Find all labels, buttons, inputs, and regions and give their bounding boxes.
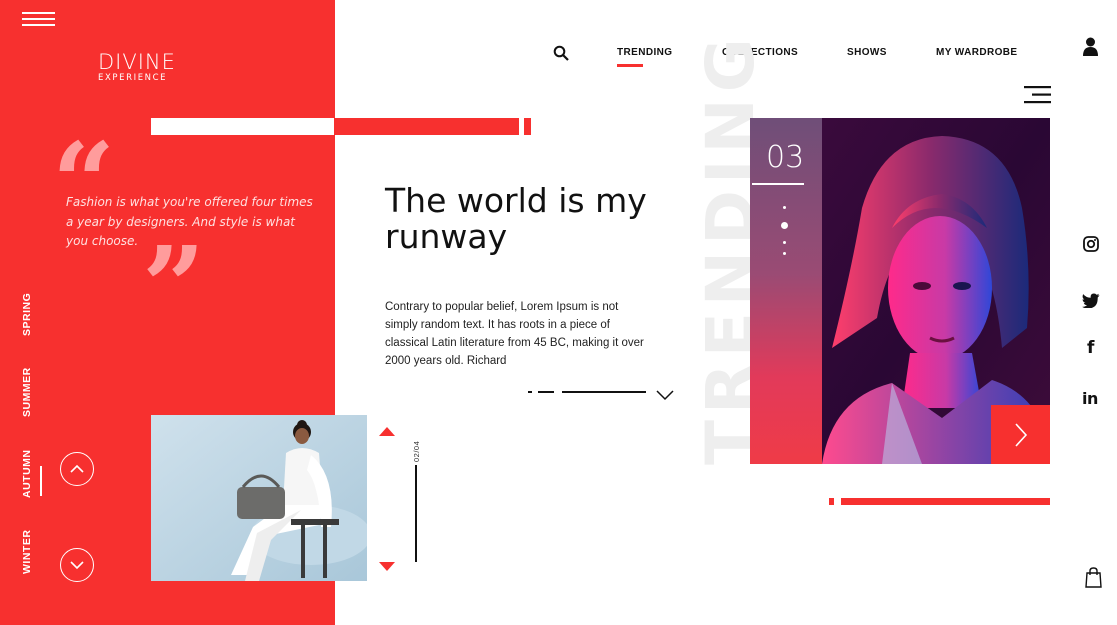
hero-body-text: Contrary to popular belief, Lorem Ipsum …: [385, 301, 644, 367]
instagram-icon[interactable]: [1083, 236, 1099, 252]
chevron-right-icon: [1015, 423, 1028, 447]
nav-my-wardrobe[interactable]: MY WARDROBE: [936, 47, 1017, 58]
chevron-up-icon: [70, 464, 84, 473]
slide-dot[interactable]: [783, 252, 786, 255]
shopping-bag-icon[interactable]: [1085, 567, 1102, 588]
nav-trending[interactable]: TRENDING: [617, 47, 672, 58]
facebook-icon[interactable]: f: [1087, 338, 1094, 358]
active-season-indicator: [40, 466, 42, 496]
chevron-down-icon: [70, 561, 84, 570]
brand-logo-title[interactable]: DIVINE: [98, 50, 176, 74]
slide-dot[interactable]: [783, 206, 786, 209]
season-summer[interactable]: SUMMER: [21, 367, 33, 417]
slide-progress-line: [415, 465, 417, 562]
brand-logo-subtitle: EXPERIENCE: [98, 73, 168, 83]
season-up-button[interactable]: [60, 452, 94, 486]
close-quote-icon: ”: [142, 222, 206, 351]
decor-bar-tick: [524, 118, 531, 135]
next-slide-button[interactable]: [991, 405, 1050, 464]
twitter-icon[interactable]: [1082, 293, 1100, 308]
hero-headline: The world is my runway: [385, 181, 647, 256]
read-more-decor: [528, 391, 532, 393]
secondary-menu-icon[interactable]: [1024, 86, 1051, 104]
user-profile-icon[interactable]: [1083, 37, 1098, 56]
search-icon[interactable]: [553, 45, 569, 61]
slide-dot-active[interactable]: [781, 222, 788, 229]
featured-slide-number: 03: [766, 140, 805, 175]
decor-bar-white: [151, 118, 334, 135]
season-spring[interactable]: SPRING: [21, 293, 33, 336]
slide-number-underline: [752, 183, 804, 185]
linkedin-icon[interactable]: in: [1082, 389, 1098, 408]
model-photo-small: [151, 415, 367, 581]
nav-active-underline: [617, 64, 643, 67]
read-more-line: [562, 391, 646, 393]
decor-bottom-tick: [829, 498, 834, 505]
hamburger-menu-icon[interactable]: [22, 12, 55, 28]
season-winter[interactable]: WINTER: [21, 530, 33, 574]
nav-shows[interactable]: SHOWS: [847, 47, 887, 58]
read-more-decor: [538, 391, 554, 393]
slide-counter: 02/04: [412, 440, 421, 462]
decor-bottom-bar: [841, 498, 1050, 505]
slide-down-arrow-icon[interactable]: [379, 562, 395, 571]
season-down-button[interactable]: [60, 548, 94, 582]
slide-up-arrow-icon[interactable]: [379, 427, 395, 436]
slide-dot[interactable]: [783, 241, 786, 244]
season-autumn[interactable]: AUTUMN: [21, 450, 33, 499]
expand-chevron-down-icon[interactable]: [656, 390, 674, 401]
decor-bar-red: [334, 118, 519, 135]
